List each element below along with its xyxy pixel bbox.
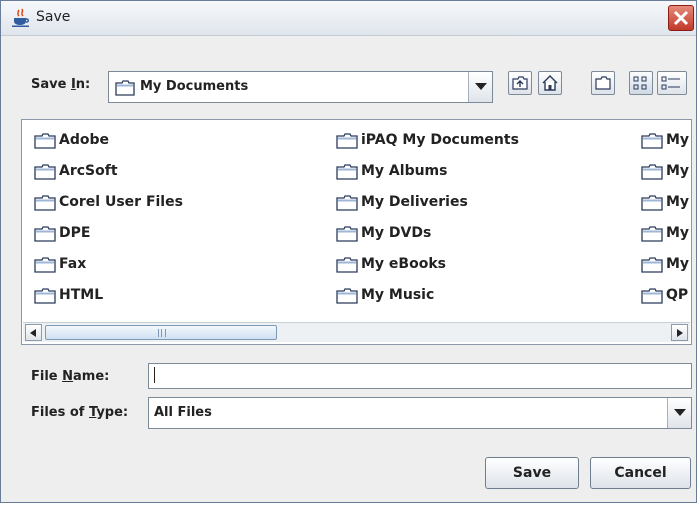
chevron-left-icon (30, 329, 36, 337)
files-of-type-label: Files of Type: (31, 405, 129, 420)
details-view-icon (661, 76, 680, 90)
files-of-type-combobox[interactable]: All Files (148, 397, 692, 429)
list-view-button[interactable] (629, 71, 653, 95)
folder-icon (336, 195, 358, 211)
close-button[interactable] (668, 5, 694, 31)
home-icon (542, 75, 558, 91)
file-list[interactable]: Adobe ArcSoft Corel User Files DPE Fax H… (21, 119, 692, 345)
folder-icon (336, 133, 358, 149)
save-dialog: Save Save In: My Documents Adobe ArcSoft… (0, 0, 697, 503)
files-of-type-value: All Files (154, 405, 212, 420)
scroll-right-button[interactable] (671, 324, 688, 341)
title-bar[interactable]: Save (1, 1, 696, 36)
file-name-label: File Name: (31, 369, 110, 384)
save-in-combobox[interactable]: My Documents (108, 71, 493, 103)
folder-icon (641, 288, 663, 304)
save-in-dropdown-button[interactable] (468, 72, 492, 102)
folder-icon (336, 257, 358, 273)
folder-icon (641, 164, 663, 180)
folder-icon (336, 226, 358, 242)
new-folder-icon (595, 76, 611, 90)
chevron-down-icon (475, 83, 487, 90)
file-name-input[interactable] (148, 363, 692, 389)
folder-icon (34, 257, 56, 273)
close-icon (673, 10, 689, 26)
folder-icon (641, 257, 663, 273)
folder-icon (115, 80, 135, 96)
home-button[interactable] (538, 71, 562, 95)
cancel-button[interactable]: Cancel (590, 457, 691, 489)
folder-icon (34, 288, 56, 304)
grip-icon (158, 329, 166, 337)
details-view-button[interactable] (657, 71, 687, 95)
folder-icon (34, 226, 56, 242)
folder-icon (641, 226, 663, 242)
folder-icon (641, 133, 663, 149)
files-of-type-dropdown-button[interactable] (667, 398, 691, 428)
java-cup-icon (12, 8, 29, 27)
save-in-value: My Documents (140, 79, 249, 94)
up-one-level-button[interactable] (508, 71, 532, 95)
folder-icon (336, 164, 358, 180)
scroll-left-button[interactable] (25, 324, 42, 341)
chevron-right-icon (677, 329, 683, 337)
folder-icon (34, 195, 56, 211)
text-caret (154, 367, 155, 383)
scrollbar-thumb[interactable] (45, 325, 277, 340)
save-button[interactable]: Save (485, 457, 579, 489)
create-new-folder-button[interactable] (591, 71, 615, 95)
list-view-icon (633, 76, 647, 90)
horizontal-scrollbar[interactable] (23, 322, 690, 342)
window-title: Save (36, 9, 71, 25)
folder-icon (641, 195, 663, 211)
folder-icon (34, 133, 56, 149)
up-folder-icon (512, 76, 528, 90)
save-in-label: Save In: (31, 77, 91, 92)
chevron-down-icon (674, 409, 686, 416)
folder-icon (34, 164, 56, 180)
folder-icon (336, 288, 358, 304)
